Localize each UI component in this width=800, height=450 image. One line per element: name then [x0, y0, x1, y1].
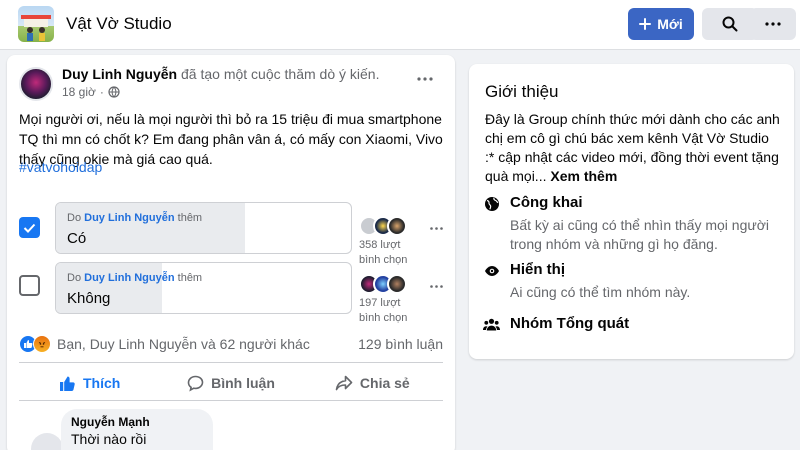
share-button[interactable]: Chia sẻ [302, 366, 443, 400]
more-horizontal-icon [429, 226, 443, 230]
about-item-title: Hiển thị [510, 261, 565, 278]
poll-added-by-name[interactable]: Duy Linh Nguyễn [84, 272, 174, 284]
poll-added-by-name[interactable]: Duy Linh Nguyễn [84, 212, 174, 224]
poll-option-more-button[interactable] [425, 276, 447, 296]
commenter-avatar[interactable] [31, 433, 63, 450]
about-item-title: Nhóm Tổng quát [510, 315, 630, 332]
comment-icon [187, 375, 204, 392]
people-icon [483, 316, 500, 333]
about-item-general: Nhóm Tổng quát [483, 315, 783, 337]
poll-option-box-no[interactable]: Do Duy Linh Nguyễn thêm Không [55, 262, 352, 314]
about-item-title: Công khai [510, 194, 583, 211]
post-author-line: Duy Linh Nguyễn đã tạo một cuộc thăm dò … [62, 66, 379, 82]
about-item-public: Công khai Bất kỳ ai cũng có thể nhìn thấ… [483, 194, 783, 254]
poll-option-label: Có [67, 230, 87, 247]
about-item-desc: Bất kỳ ai cũng có thể nhìn thấy mọi ngườ… [510, 217, 770, 252]
more-horizontal-icon [417, 77, 433, 81]
poll-option-more-button[interactable] [425, 218, 447, 238]
about-item-visible: Hiển thị Ai cũng có thể tìm nhóm này. [483, 261, 783, 303]
poll-voter-avatars[interactable] [359, 216, 407, 236]
eye-icon [483, 262, 500, 279]
poll-checkbox-no[interactable] [19, 275, 40, 296]
like-button[interactable]: Thích [19, 366, 160, 400]
about-description: Đây là Group chính thức mới dành cho các… [485, 111, 780, 184]
group-cover-thumbnail[interactable] [18, 6, 54, 42]
search-icon [722, 16, 738, 32]
poll-voter-avatars[interactable] [359, 274, 407, 294]
poll-option-yes: Do Duy Linh Nguyễn thêm Có 358 lượt bình… [7, 200, 455, 266]
author-name[interactable]: Duy Linh Nguyễn [62, 66, 177, 82]
about-card: Giới thiệu Đây là Group chính thức mới d… [469, 64, 794, 359]
divider [19, 400, 443, 401]
globe-icon [108, 86, 120, 98]
reactions-summary: Bạn, Duy Linh Nguyễn và 62 người khác 12… [19, 333, 443, 355]
globe-icon [483, 195, 500, 212]
top-header: Vật Vờ Studio Mới [0, 0, 800, 50]
author-avatar[interactable] [19, 67, 53, 101]
check-icon [23, 223, 36, 233]
comment-bubble: Nguyễn Mạnh Thời nào rồi [61, 409, 213, 450]
poll-option-label: Không [67, 290, 111, 307]
voter-avatar [387, 216, 407, 236]
poll-option-no: Do Duy Linh Nguyễn thêm Không 197 lượt b… [7, 260, 455, 324]
more-horizontal-icon [429, 284, 443, 288]
see-more-link[interactable]: Xem thêm [550, 168, 617, 184]
like-icon [59, 376, 75, 391]
post-timestamp[interactable]: 18 giờ [62, 85, 96, 99]
reactions-text[interactable]: Bạn, Duy Linh Nguyễn và 62 người khác [57, 336, 310, 352]
share-icon [335, 375, 353, 391]
comment-count[interactable]: 129 bình luận [358, 336, 443, 352]
new-button[interactable]: Mới [628, 8, 694, 40]
new-button-label: Mới [657, 16, 683, 32]
author-action: đã tạo một cuộc thăm dò ý kiến. [181, 66, 380, 82]
comment-text: Thời nào rồi [71, 431, 147, 447]
more-button[interactable] [750, 8, 796, 40]
more-horizontal-icon [765, 22, 781, 26]
poll-option-box-yes[interactable]: Do Duy Linh Nguyễn thêm Có [55, 202, 352, 254]
poll-post: Duy Linh Nguyễn đã tạo một cuộc thăm dò … [7, 55, 455, 450]
poll-added-by: Do Duy Linh Nguyễn thêm [67, 272, 203, 284]
poll-checkbox-yes[interactable] [19, 217, 40, 238]
voter-avatar [387, 274, 407, 294]
group-name[interactable]: Vật Vờ Studio [66, 14, 172, 34]
angry-reaction-icon[interactable] [33, 335, 51, 353]
comment-button[interactable]: Bình luận [160, 366, 301, 400]
about-item-desc: Ai cũng có thể tìm nhóm này. [510, 284, 691, 300]
divider [19, 362, 443, 363]
post-time: 18 giờ · [62, 85, 120, 99]
comment-author[interactable]: Nguyễn Mạnh [71, 415, 203, 429]
post-hashtag[interactable]: #vatvohoidap [19, 159, 102, 175]
about-title: Giới thiệu [485, 82, 559, 101]
post-actions: Thích Bình luận Chia sẻ [19, 366, 443, 400]
post-options-button[interactable] [411, 69, 439, 89]
poll-added-by: Do Duy Linh Nguyễn thêm [67, 212, 203, 224]
plus-icon [639, 18, 652, 30]
poll-vote-count[interactable]: 197 lượt bình chọn [359, 296, 429, 326]
